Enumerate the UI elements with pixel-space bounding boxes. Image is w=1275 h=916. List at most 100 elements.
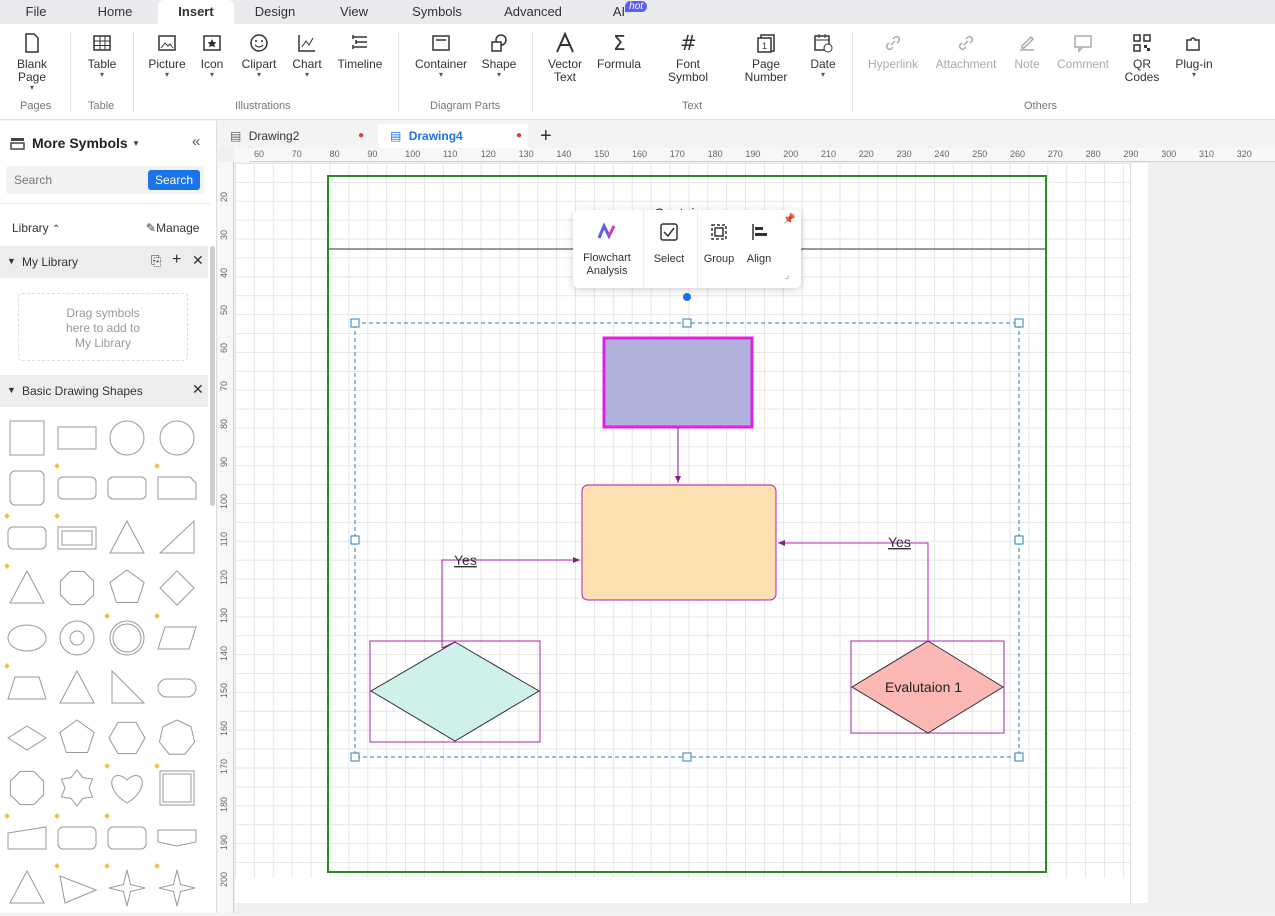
shape-symbol[interactable] <box>159 420 195 456</box>
resize-handle[interactable] <box>350 535 360 545</box>
my-library-dropzone[interactable]: Drag symbols here to add to My Library <box>18 293 188 361</box>
shape-symbol[interactable] <box>109 519 145 554</box>
icon-button[interactable]: Icon ▾ <box>196 32 228 79</box>
resize-handle[interactable] <box>1014 535 1024 545</box>
shape-symbol[interactable] <box>7 624 47 652</box>
add-icon[interactable]: + <box>172 251 181 269</box>
shape-symbol[interactable] <box>111 775 143 804</box>
yes-label-right[interactable]: Yes <box>888 534 911 550</box>
shape-symbol[interactable] <box>157 626 197 650</box>
shape-symbol[interactable] <box>158 519 195 554</box>
basic-shapes-header[interactable]: ▼ Basic Drawing Shapes ✕ <box>0 375 208 407</box>
date-button[interactable]: Date ▾ <box>806 32 840 79</box>
shape-symbol[interactable] <box>69 630 85 646</box>
rotate-handle[interactable] <box>683 293 691 301</box>
chart-button[interactable]: Chart ▾ <box>288 32 326 79</box>
shape-symbol[interactable] <box>108 721 146 755</box>
library-toggle[interactable]: Library ⌃ <box>12 221 60 235</box>
formula-button[interactable]: Σ Formula <box>594 32 644 71</box>
shape-symbol[interactable] <box>7 826 47 850</box>
shape-symbol[interactable] <box>112 623 142 653</box>
shape-symbol[interactable] <box>7 526 47 550</box>
resize-handle[interactable] <box>682 318 692 328</box>
shape-symbol[interactable] <box>159 770 195 806</box>
connector-left[interactable] <box>441 557 580 648</box>
hyperlink-button[interactable]: Hyperlink <box>866 32 920 71</box>
shape-symbol[interactable] <box>7 725 47 751</box>
menu-advanced[interactable]: Advanced <box>482 0 584 24</box>
resize-handle[interactable] <box>1014 752 1024 762</box>
manage-button[interactable]: ✎Manage <box>146 221 199 235</box>
sidebar-scrollbar[interactable] <box>210 246 215 506</box>
shape-symbol[interactable] <box>59 669 95 704</box>
more-symbols-header[interactable]: More Symbols ▾ <box>10 135 138 151</box>
search-input[interactable] <box>6 166 146 194</box>
note-button[interactable]: Note <box>1010 32 1044 71</box>
shape-symbol[interactable] <box>157 476 197 500</box>
flowchart-analysis-button[interactable]: Flowchart Analysis <box>579 222 635 278</box>
shape-symbol[interactable] <box>111 669 146 704</box>
shape-symbol[interactable] <box>107 476 147 500</box>
attachment-button[interactable]: Attachment <box>932 32 1000 71</box>
shape-symbol[interactable] <box>60 769 94 807</box>
shape-symbol[interactable] <box>9 420 45 456</box>
shape-symbol[interactable] <box>57 826 97 850</box>
collapse-sidebar-icon[interactable]: « <box>192 133 200 150</box>
resize-handle[interactable] <box>350 318 360 328</box>
shape-symbol[interactable] <box>158 869 196 907</box>
shape-button[interactable]: Shape ▾ <box>478 32 520 79</box>
select-button[interactable]: Select <box>649 222 689 265</box>
shape-symbol[interactable] <box>57 476 97 500</box>
shape-symbol[interactable] <box>158 719 196 755</box>
blank-page-button[interactable]: Blank Page ▾ <box>12 32 52 92</box>
shape-symbol[interactable] <box>109 620 145 656</box>
container-button[interactable]: Container ▾ <box>412 32 470 79</box>
menu-symbols[interactable]: Symbols <box>392 0 482 24</box>
shape-symbol[interactable] <box>162 773 192 803</box>
close-icon[interactable]: ✕ <box>192 252 204 269</box>
menu-insert[interactable]: Insert <box>158 0 234 24</box>
process-shape-middle[interactable] <box>581 484 777 601</box>
evaluation-label[interactable]: Evalutaion 1 <box>885 679 962 695</box>
shape-symbol[interactable] <box>59 875 98 904</box>
qr-codes-button[interactable]: QR Codes <box>1124 32 1160 84</box>
add-tab-button[interactable]: + <box>540 124 552 148</box>
resize-icon[interactable]: ⌟ <box>785 270 789 281</box>
resize-handle[interactable] <box>682 752 692 762</box>
my-library-header[interactable]: ▼ My Library ⎘ + ✕ <box>0 246 208 278</box>
shape-symbol[interactable] <box>59 570 95 606</box>
shape-symbol[interactable] <box>61 530 93 546</box>
close-icon[interactable]: ✕ <box>192 381 204 398</box>
shape-symbol[interactable] <box>57 526 97 550</box>
clipart-button[interactable]: Clipart ▾ <box>238 32 280 79</box>
pin-icon[interactable]: 📌 <box>783 214 795 225</box>
menu-ai[interactable]: AI hot <box>584 0 654 24</box>
shape-symbol[interactable] <box>107 826 147 850</box>
menu-design[interactable]: Design <box>234 0 316 24</box>
yes-label-left[interactable]: Yes <box>454 552 477 568</box>
tab-drawing4[interactable]: ▤ Drawing4 ● <box>378 124 528 148</box>
shape-symbol[interactable] <box>109 569 145 604</box>
process-shape-top[interactable] <box>602 336 754 429</box>
shape-symbol[interactable] <box>9 869 45 904</box>
tab-drawing2[interactable]: ▤ Drawing2 ● <box>230 124 375 148</box>
shape-symbol[interactable] <box>109 420 145 456</box>
picture-button[interactable]: Picture ▾ <box>146 32 188 79</box>
shape-symbol[interactable] <box>9 569 45 604</box>
connector-right[interactable] <box>778 540 929 641</box>
resize-handle[interactable] <box>350 752 360 762</box>
font-symbol-button[interactable]: # Font Symbol <box>660 32 716 84</box>
page-number-button[interactable]: 1 Page Number <box>738 32 794 84</box>
canvas-area[interactable]: 60 70 80 90 100 110 120 130 140 150 160 170 180 190 20… <box>218 148 1275 913</box>
align-button[interactable]: Align <box>739 222 779 265</box>
shape-symbol[interactable] <box>59 719 95 754</box>
menu-view[interactable]: View <box>316 0 392 24</box>
group-button[interactable]: Group <box>699 222 739 265</box>
shape-symbol[interactable] <box>7 676 47 700</box>
shape-symbol[interactable] <box>9 770 45 806</box>
export-icon[interactable]: ⎘ <box>151 253 161 269</box>
shape-symbol[interactable] <box>157 829 197 847</box>
table-button[interactable]: Table ▾ <box>82 32 122 79</box>
shape-symbol[interactable] <box>9 470 45 506</box>
shape-symbol[interactable] <box>59 620 95 656</box>
